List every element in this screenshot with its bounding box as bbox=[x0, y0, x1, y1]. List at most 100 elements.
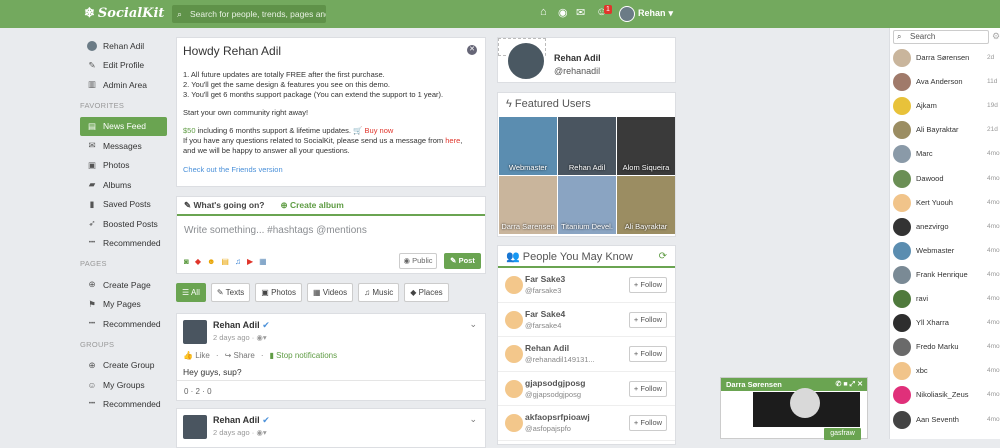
post-time[interactable]: 2 days ago · bbox=[213, 428, 256, 437]
chat-popup-header[interactable]: Darra Sørensen ✆ ■ ⤢ ✕ bbox=[721, 378, 867, 391]
home-icon[interactable]: ⌂ bbox=[540, 6, 547, 18]
user-menu[interactable]: Rehan ▾ bbox=[619, 5, 673, 22]
chevron-down-icon[interactable]: ⌄ bbox=[469, 319, 477, 330]
chat-contact[interactable]: anezvirgo 4mo bbox=[890, 217, 1000, 237]
gear-icon[interactable]: ⚙ bbox=[992, 31, 1000, 42]
logo[interactable]: ❄ SocialKit bbox=[84, 6, 164, 21]
profile-avatar[interactable] bbox=[506, 41, 546, 81]
chat-search-input[interactable]: ⌕ Search bbox=[893, 30, 989, 44]
sidebar-item-create-page[interactable]: ⊕ Create Page bbox=[80, 275, 167, 295]
sidebar-item-rehan-adil[interactable]: Rehan Adil bbox=[80, 36, 167, 56]
sidebar-item-recommended[interactable]: ••• Recommended bbox=[80, 234, 167, 254]
chat-contact[interactable]: ravi 4mo bbox=[890, 289, 1000, 309]
chat-contact[interactable]: Dawood 4mo bbox=[890, 169, 1000, 189]
close-icon[interactable]: ✕ bbox=[857, 381, 863, 388]
chat-contact[interactable]: Ajkam 19d bbox=[890, 96, 1000, 116]
post-author[interactable]: Rehan Adil bbox=[213, 415, 260, 425]
filter-all[interactable]: ☰ All bbox=[176, 283, 206, 302]
sidebar-item-create-group[interactable]: ⊕ Create Group bbox=[80, 356, 167, 376]
avatar[interactable] bbox=[183, 320, 207, 344]
stop-notifications-button[interactable]: ▮ Stop notifications bbox=[270, 351, 338, 360]
chat-contact[interactable]: Aan Seventh 4mo bbox=[890, 410, 1000, 430]
video-icon[interactable]: ▶ bbox=[247, 257, 253, 266]
sidebar-item-boosted-posts[interactable]: ➶ Boosted Posts bbox=[80, 214, 167, 234]
avatar[interactable] bbox=[505, 414, 523, 432]
close-icon[interactable]: ✕ bbox=[467, 45, 477, 55]
featured-user[interactable]: Alom Siqueira bbox=[617, 117, 675, 175]
chat-contact[interactable]: Webmaster 4mo bbox=[890, 241, 1000, 261]
chat-contact[interactable]: xbc 4mo bbox=[890, 361, 1000, 381]
chevron-down-icon[interactable]: ⌄ bbox=[469, 414, 477, 425]
featured-user[interactable]: Titanium Devel. bbox=[558, 176, 616, 234]
chat-contact[interactable]: Ali Bayraktar 21d bbox=[890, 120, 1000, 140]
share-button[interactable]: ↪ Share bbox=[225, 351, 255, 360]
expand-icon[interactable]: ⤢ bbox=[850, 381, 856, 388]
filter-texts[interactable]: ✎ Texts bbox=[210, 283, 251, 302]
messages-icon[interactable]: ✉ bbox=[576, 6, 585, 19]
follow-button[interactable]: + Follow bbox=[629, 311, 667, 328]
camera-icon[interactable]: ◙ bbox=[184, 257, 189, 266]
sidebar-item-my-groups[interactable]: ☺ My Groups bbox=[80, 375, 167, 395]
chat-contact[interactable]: Yll Xharra 4mo bbox=[890, 313, 1000, 333]
video-preview[interactable] bbox=[753, 388, 860, 427]
here-link[interactable]: here bbox=[445, 136, 460, 145]
follow-button[interactable]: + Follow bbox=[629, 277, 667, 293]
filter-videos[interactable]: ▦ Videos bbox=[307, 283, 354, 302]
featured-user[interactable]: Darra Sørensen bbox=[499, 176, 557, 234]
like-button[interactable]: 👍 Like bbox=[183, 351, 210, 360]
privacy-button[interactable]: ◉ Public bbox=[399, 253, 437, 269]
document-icon[interactable]: ▦ bbox=[259, 257, 267, 266]
sidebar-item-photos[interactable]: ▣ Photos bbox=[80, 156, 167, 176]
chat-contact[interactable]: Frank Henrique 4mo bbox=[890, 265, 1000, 285]
filter-music[interactable]: ♫ Music bbox=[358, 283, 400, 302]
avatar[interactable] bbox=[183, 415, 207, 439]
sidebar-item-albums[interactable]: ▰ Albums bbox=[80, 175, 167, 195]
location-icon[interactable]: ◆ bbox=[195, 257, 201, 266]
featured-user[interactable]: Rehan Adil bbox=[558, 117, 616, 175]
sidebar-item-my-pages[interactable]: ⚑ My Pages bbox=[80, 295, 167, 315]
chat-contact[interactable]: Nikoliasik_Zeus 4mo bbox=[890, 385, 1000, 405]
video-icon[interactable]: ■ bbox=[843, 381, 847, 388]
pymk-name[interactable]: Rehan Adil bbox=[525, 343, 569, 353]
chat-contact[interactable]: Darra Sørensen 2d bbox=[890, 48, 1000, 68]
sidebar-item-recommended[interactable]: ••• Recommended bbox=[80, 314, 167, 334]
pymk-name[interactable]: gjapsodgjposg bbox=[525, 378, 585, 388]
sidebar-item-recommended[interactable]: ••• Recommended bbox=[80, 395, 167, 415]
chat-contact[interactable]: Ava Anderson 11d bbox=[890, 72, 1000, 92]
file-icon[interactable]: ▤ bbox=[221, 257, 229, 266]
play-icon[interactable] bbox=[790, 388, 820, 418]
follow-button[interactable]: + Follow bbox=[629, 415, 667, 431]
post-textarea[interactable]: Write something... #hashtags @mentions bbox=[177, 216, 485, 245]
avatar[interactable] bbox=[505, 345, 523, 363]
sidebar-item-admin-area[interactable]: ▥ Admin Area bbox=[80, 75, 167, 95]
friends-version-link[interactable]: Check out the Friends version bbox=[183, 165, 479, 175]
profile-name[interactable]: Rehan Adil bbox=[554, 53, 601, 63]
filter-photos[interactable]: ▣ Photos bbox=[255, 283, 302, 302]
chat-contact[interactable]: Marc 4mo bbox=[890, 144, 1000, 164]
pymk-name[interactable]: Far Sake4 bbox=[525, 309, 565, 319]
post-author[interactable]: Rehan Adil bbox=[213, 320, 260, 330]
post-time[interactable]: 2 days ago · bbox=[213, 333, 256, 342]
sidebar-item-news-feed[interactable]: ▤ News Feed bbox=[80, 116, 167, 136]
pymk-name[interactable]: akfaopsrfpioawj bbox=[525, 412, 590, 422]
tab-create-album[interactable]: ⊕ Create album bbox=[280, 200, 343, 211]
search-input[interactable]: ⌕ Search for people, trends, pages and... bbox=[172, 5, 326, 23]
tab-status[interactable]: ✎ What's going on? bbox=[184, 200, 264, 211]
post-button[interactable]: ✎ Post bbox=[444, 253, 481, 269]
filter-places[interactable]: ◆ Places bbox=[404, 283, 449, 302]
follow-button[interactable]: + Follow bbox=[629, 346, 667, 362]
sidebar-item-messages[interactable]: ✉ Messages bbox=[80, 136, 167, 156]
avatar[interactable] bbox=[505, 379, 523, 398]
follow-button[interactable]: + Follow bbox=[629, 380, 667, 397]
phone-icon[interactable]: ✆ bbox=[836, 381, 842, 388]
buy-now-link[interactable]: Buy now bbox=[365, 126, 394, 135]
chat-contact[interactable]: Fredo Marku 4mo bbox=[890, 337, 1000, 357]
chat-contact[interactable]: Kert Yuouh 4mo bbox=[890, 193, 1000, 213]
sidebar-item-saved-posts[interactable]: ▮ Saved Posts bbox=[80, 195, 167, 215]
featured-user[interactable]: Webmaster bbox=[499, 117, 557, 175]
avatar[interactable] bbox=[505, 276, 523, 294]
emoji-icon[interactable]: ☻ bbox=[207, 257, 215, 266]
pymk-name[interactable]: Far Sake3 bbox=[525, 274, 565, 284]
avatar[interactable] bbox=[505, 310, 523, 329]
music-icon[interactable]: ♫ bbox=[235, 257, 241, 266]
